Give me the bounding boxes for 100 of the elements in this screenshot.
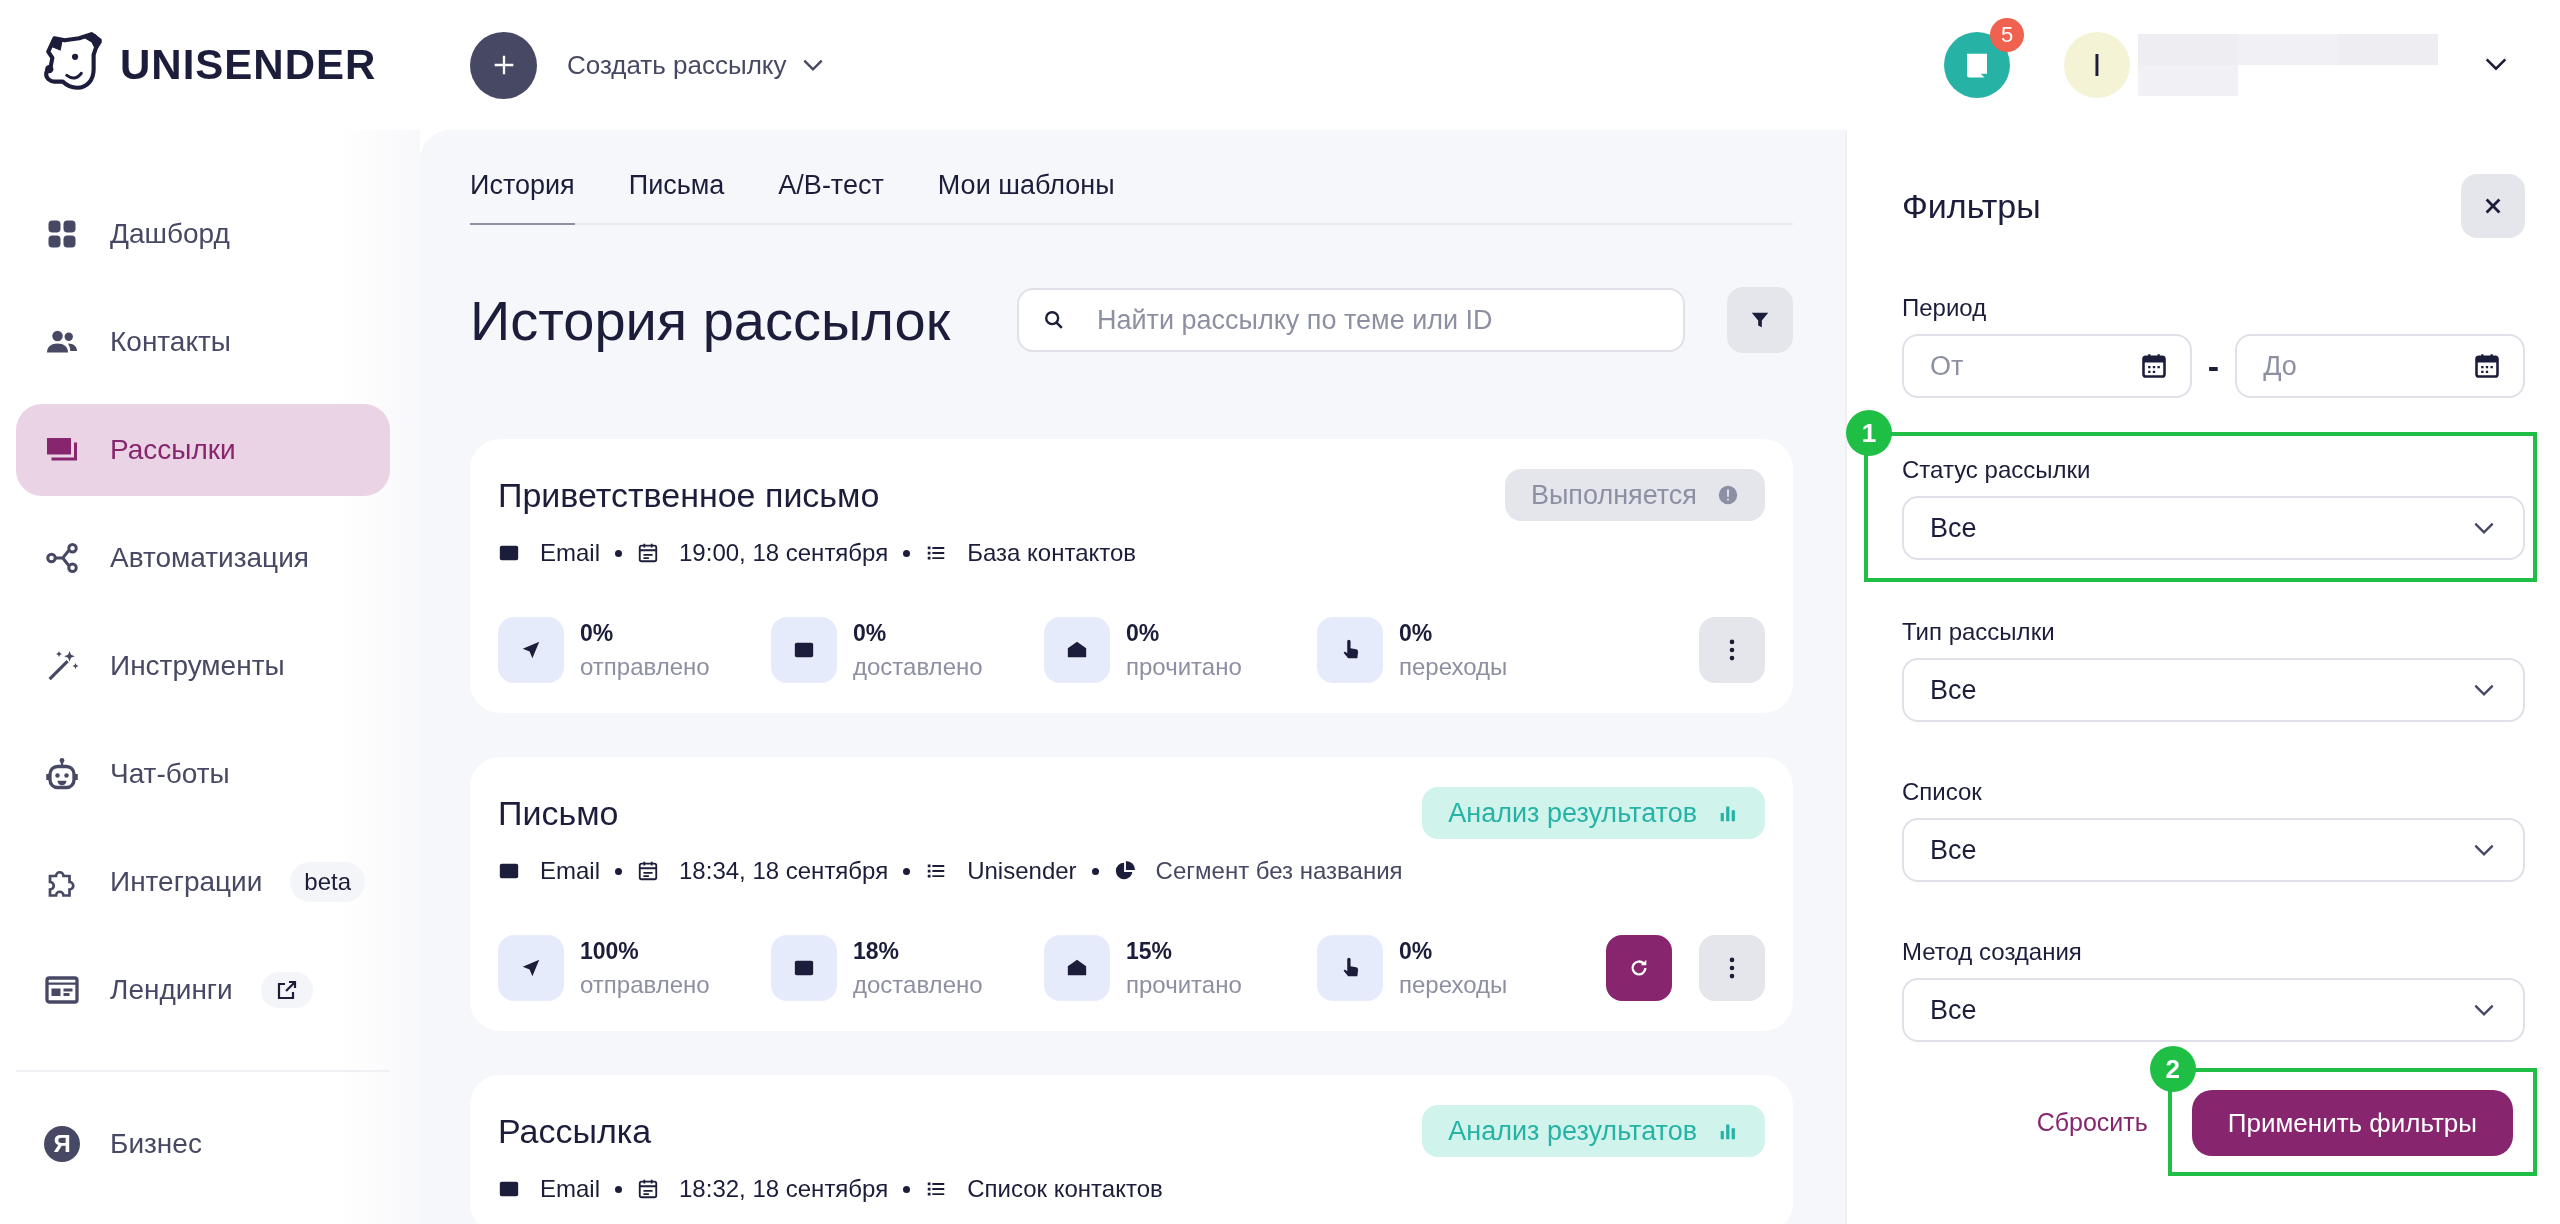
field-label: Период xyxy=(1902,294,1988,322)
stat-value: 0% xyxy=(1399,937,1434,965)
notification-badge: 5 xyxy=(1990,18,2024,52)
stat-value: 18% xyxy=(853,937,901,965)
range-separator: - xyxy=(2207,346,2220,386)
meta-text: Email xyxy=(540,857,600,885)
stat-value: 0% xyxy=(1399,619,1434,647)
field-label: Список xyxy=(1902,778,1983,806)
paper-plane-icon xyxy=(520,639,542,661)
sidebar-item-label: Чат-боты xyxy=(110,758,230,790)
bullet-separator xyxy=(903,867,911,875)
campaign-title: Рассылка xyxy=(498,1111,652,1151)
logo-icon: Я xyxy=(44,1126,80,1162)
field-label: Тип рассылки xyxy=(1902,618,2056,646)
sidebar-item-label: Контакты xyxy=(110,326,231,358)
stat-value: 0% xyxy=(580,619,615,647)
sidebar-item[interactable]: Контакты xyxy=(16,296,390,388)
logo-wordmark: UNISENDER xyxy=(120,41,377,89)
step-number-badge: 1 xyxy=(1846,410,1892,456)
beta-badge: beta xyxy=(290,862,366,902)
date-field[interactable]: От xyxy=(1902,334,2192,398)
stat-label: отправлено xyxy=(580,652,710,681)
meta-text: Список контактов xyxy=(967,1175,1163,1203)
tab[interactable]: История xyxy=(470,160,575,225)
sidebar-item[interactable]: Рассылки xyxy=(16,404,390,496)
meta-text: Сегмент без названия xyxy=(1155,857,1403,885)
pie-chart-icon xyxy=(1113,860,1136,882)
step-number-badge: 2 xyxy=(2149,1046,2196,1092)
sidebar-item[interactable]: Инструменты xyxy=(16,620,390,712)
field-label: Статус рассылки xyxy=(1902,456,2092,484)
sidebar-item-label: Бизнес xyxy=(110,1128,202,1160)
page-title: История рассылок xyxy=(470,287,952,353)
stat-label: переходы xyxy=(1399,970,1508,999)
sidebar-item-label: Инструменты xyxy=(110,650,285,682)
apply-filters-button[interactable]: Применить фильтры xyxy=(2191,1090,2513,1156)
stat-label: отправлено xyxy=(580,970,710,999)
calendar-icon xyxy=(2139,352,2168,380)
sidebar-item[interactable]: Чат-боты xyxy=(16,728,390,820)
bullet-separator xyxy=(615,549,622,557)
calendar-icon xyxy=(2473,352,2501,380)
sidebar-item[interactable]: Автоматизация xyxy=(16,512,390,604)
user-avatar[interactable]: I xyxy=(2064,32,2130,98)
meta-text: База контактов xyxy=(967,539,1137,567)
tab[interactable]: Мои шаблоны xyxy=(937,160,1115,225)
dropdown[interactable]: Все xyxy=(1902,496,2525,560)
status-badge: Выполняется xyxy=(1504,469,1765,521)
dropdown[interactable]: Все xyxy=(1902,978,2525,1042)
stat-label: переходы xyxy=(1399,652,1508,681)
stat-label: прочитано xyxy=(1126,970,1242,999)
more-icon xyxy=(1729,957,1735,979)
tab[interactable]: А/В-тест xyxy=(778,160,884,225)
meta-text: Unisender xyxy=(967,857,1077,885)
date-field[interactable]: До xyxy=(2235,334,2525,398)
create-campaign-dropdown[interactable]: Создать рассылку xyxy=(567,43,827,87)
nodes-icon xyxy=(44,540,80,576)
meta-text: Email xyxy=(540,1175,600,1203)
bullet-separator xyxy=(615,1185,622,1193)
bullet-separator xyxy=(903,1185,911,1193)
refresh-button[interactable] xyxy=(1606,935,1672,1001)
stat-label: прочитано xyxy=(1126,652,1242,681)
stat-label: доставлено xyxy=(853,652,983,681)
meta-text: Email xyxy=(540,539,600,567)
stat-value: 15% xyxy=(1126,937,1174,965)
calendar-icon xyxy=(637,1178,659,1200)
sidebar-item[interactable]: Лендинги xyxy=(16,944,390,1036)
sidebar-item[interactable]: Дашборд xyxy=(16,188,390,280)
search-field[interactable]: Найти рассылку по теме или ID xyxy=(1017,288,1685,352)
sidebar-item-label: Интеграции xyxy=(110,866,263,898)
meta-text: 18:34, 18 сентября xyxy=(679,857,889,885)
stat-value: 0% xyxy=(853,619,888,647)
robot-icon xyxy=(44,756,80,792)
sidebar-item[interactable]: Я Бизнес xyxy=(16,1098,390,1190)
panel-title: Фильтры xyxy=(1902,186,2041,226)
close-button[interactable] xyxy=(2461,174,2525,238)
sidebar-item-label: Автоматизация xyxy=(110,542,309,574)
sidebar-item[interactable]: Интеграции beta xyxy=(16,836,390,928)
info-icon xyxy=(1717,484,1739,506)
sidebar-item-label: Рассылки xyxy=(110,434,236,466)
bullet-separator xyxy=(903,549,911,557)
calendar-icon xyxy=(637,860,659,882)
tab[interactable]: Письма xyxy=(628,160,725,225)
sidebar-item-label: Дашборд xyxy=(110,218,230,250)
field-label: Метод создания xyxy=(1902,938,2083,966)
meta-text: 19:00, 18 сентября xyxy=(679,539,889,567)
bullet-separator xyxy=(615,867,622,875)
bullet-separator xyxy=(1091,867,1099,875)
more-icon xyxy=(1729,639,1735,661)
calendar-icon xyxy=(637,542,659,564)
campaign-title: Приветственное письмо xyxy=(498,475,880,515)
stat-value: 0% xyxy=(1126,619,1161,647)
filter-button[interactable] xyxy=(1727,287,1793,353)
paper-plane-icon xyxy=(520,957,542,979)
reset-link[interactable]: Сбросить xyxy=(2036,1107,2148,1137)
sidebar-item-label: Лендинги xyxy=(110,974,233,1006)
stat-value: 100% xyxy=(580,937,640,965)
campaign-title: Письмо xyxy=(498,793,619,833)
meta-text: 18:32, 18 сентября xyxy=(679,1175,889,1203)
dropdown[interactable]: Все xyxy=(1902,818,2525,882)
dropdown[interactable]: Все xyxy=(1902,658,2525,722)
stat-label: доставлено xyxy=(853,970,983,999)
